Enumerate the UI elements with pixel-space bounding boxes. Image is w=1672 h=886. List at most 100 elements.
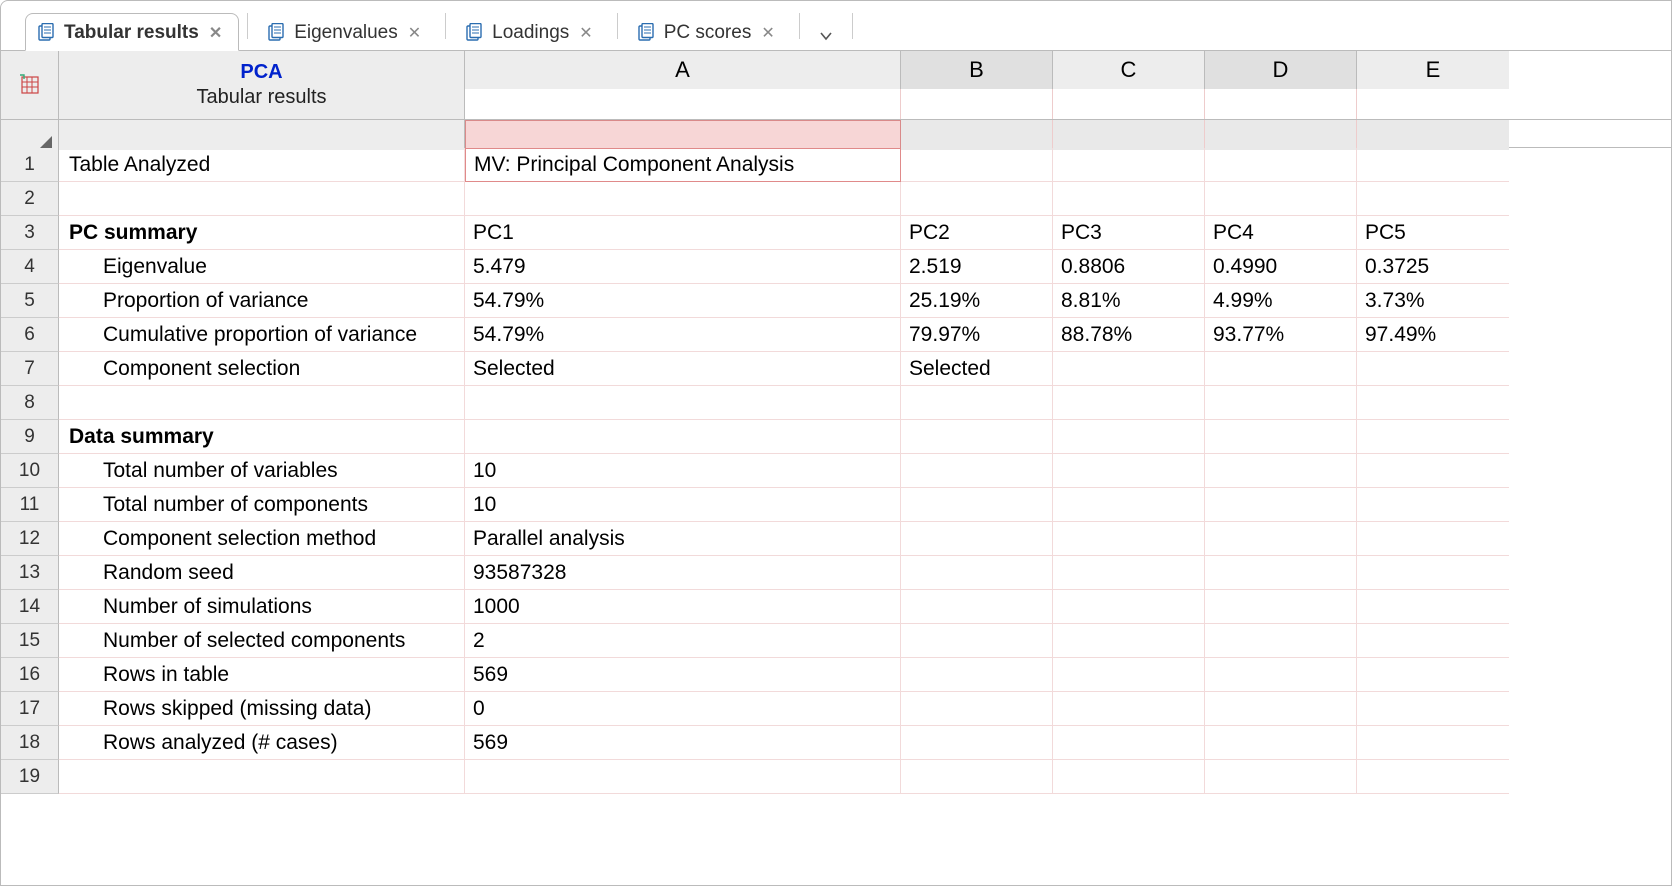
data-cell[interactable] [901,590,1053,624]
column-subheader-e[interactable] [1357,89,1509,119]
data-cell[interactable]: 569 [465,726,901,760]
data-cell[interactable] [1205,386,1357,420]
data-cell[interactable] [1053,726,1205,760]
row-number-header[interactable]: 7 [1,352,59,386]
data-cell[interactable] [1205,726,1357,760]
data-cell[interactable] [1205,182,1357,216]
row-number-header[interactable]: 9 [1,420,59,454]
data-cell[interactable]: 88.78% [1053,318,1205,352]
row-number-header[interactable]: 14 [1,590,59,624]
data-cell[interactable] [1053,760,1205,794]
row-label-cell[interactable] [59,760,465,794]
data-cell[interactable]: PC4 [1205,216,1357,250]
row-number-header[interactable]: 15 [1,624,59,658]
row-label-cell[interactable]: Component selection [59,352,465,386]
data-cell[interactable]: 2.519 [901,250,1053,284]
data-cell[interactable] [901,624,1053,658]
data-cell[interactable]: Parallel analysis [465,522,901,556]
data-cell[interactable] [465,420,901,454]
row-label-cell[interactable] [59,386,465,420]
tab-eigenvalues[interactable]: Eigenvalues ✕ [256,14,437,50]
data-cell[interactable]: 54.79% [465,284,901,318]
row-label-cell[interactable]: Rows skipped (missing data) [59,692,465,726]
row-label-cell[interactable] [59,182,465,216]
data-cell[interactable] [1357,148,1509,182]
column-header-d[interactable]: D [1205,51,1357,89]
data-cell[interactable]: 79.97% [901,318,1053,352]
data-cell[interactable] [1357,658,1509,692]
data-cell[interactable]: PC5 [1357,216,1509,250]
tab-loadings[interactable]: Loadings ✕ [454,14,609,50]
column-subheader-d[interactable] [1205,89,1357,119]
data-cell[interactable] [1053,658,1205,692]
data-cell[interactable]: 0.8806 [1053,250,1205,284]
data-cell[interactable] [1053,420,1205,454]
data-cell[interactable] [901,556,1053,590]
data-cell[interactable] [1053,182,1205,216]
data-cell[interactable] [465,760,901,794]
column-header-e[interactable]: E [1357,51,1509,89]
data-cell[interactable] [1053,692,1205,726]
data-cell[interactable] [1357,386,1509,420]
data-cell[interactable] [901,760,1053,794]
corner-button[interactable] [1,51,59,119]
data-cell[interactable] [1205,352,1357,386]
row-number-header[interactable]: 2 [1,182,59,216]
data-cell[interactable] [1357,624,1509,658]
data-cell[interactable]: PC3 [1053,216,1205,250]
analysis-title-link[interactable]: PCA [240,61,282,84]
data-cell[interactable]: 3.73% [1357,284,1509,318]
column-subheader-a[interactable] [465,89,901,119]
row-number-header[interactable]: 12 [1,522,59,556]
data-cell[interactable]: 25.19% [901,284,1053,318]
data-cell[interactable] [1205,658,1357,692]
row-number-header[interactable]: 16 [1,658,59,692]
row-number-header[interactable]: 18 [1,726,59,760]
data-cell[interactable]: 0 [465,692,901,726]
data-cell[interactable] [1205,760,1357,794]
row-label-subheader[interactable] [59,120,465,150]
row-label-cell[interactable]: Eigenvalue [59,250,465,284]
data-cell[interactable] [1357,488,1509,522]
subheader-cell[interactable] [1357,120,1509,150]
data-cell[interactable] [1053,522,1205,556]
row-number-header[interactable]: 11 [1,488,59,522]
data-cell[interactable] [901,658,1053,692]
tab-overflow-dropdown[interactable] [808,22,844,50]
data-cell[interactable] [1357,352,1509,386]
data-cell[interactable] [901,386,1053,420]
data-cell[interactable]: 0.3725 [1357,250,1509,284]
data-cell[interactable] [1357,182,1509,216]
data-cell[interactable] [1357,420,1509,454]
data-cell[interactable] [1205,454,1357,488]
data-cell[interactable]: 10 [465,488,901,522]
data-cell[interactable]: 97.49% [1357,318,1509,352]
data-cell[interactable] [1357,454,1509,488]
row-number-header[interactable]: 6 [1,318,59,352]
row-label-cell[interactable]: Rows in table [59,658,465,692]
data-cell[interactable] [1053,352,1205,386]
data-cell[interactable] [1357,760,1509,794]
row-label-cell[interactable]: Rows analyzed (# cases) [59,726,465,760]
row-number-header[interactable]: 19 [1,760,59,794]
data-cell[interactable] [1053,454,1205,488]
data-cell[interactable] [1357,692,1509,726]
data-cell[interactable]: 54.79% [465,318,901,352]
data-cell[interactable]: 93.77% [1205,318,1357,352]
data-cell[interactable] [1053,624,1205,658]
data-cell[interactable] [1053,556,1205,590]
data-cell[interactable]: 1000 [465,590,901,624]
row-number-header[interactable]: 4 [1,250,59,284]
data-cell[interactable] [1053,590,1205,624]
row-label-cell[interactable]: Component selection method [59,522,465,556]
sheet-title-cell[interactable]: PCA Tabular results [59,51,465,119]
data-cell[interactable] [1357,522,1509,556]
subheader-cell[interactable] [1053,120,1205,150]
data-cell[interactable]: 5.479 [465,250,901,284]
row-label-cell[interactable]: Number of selected components [59,624,465,658]
tab-tabular-results[interactable]: Tabular results ✕ [25,13,239,51]
tab-pc-scores[interactable]: PC scores ✕ [626,14,791,50]
data-cell[interactable] [1053,386,1205,420]
row-label-cell[interactable]: Total number of variables [59,454,465,488]
column-header-c[interactable]: C [1053,51,1205,89]
